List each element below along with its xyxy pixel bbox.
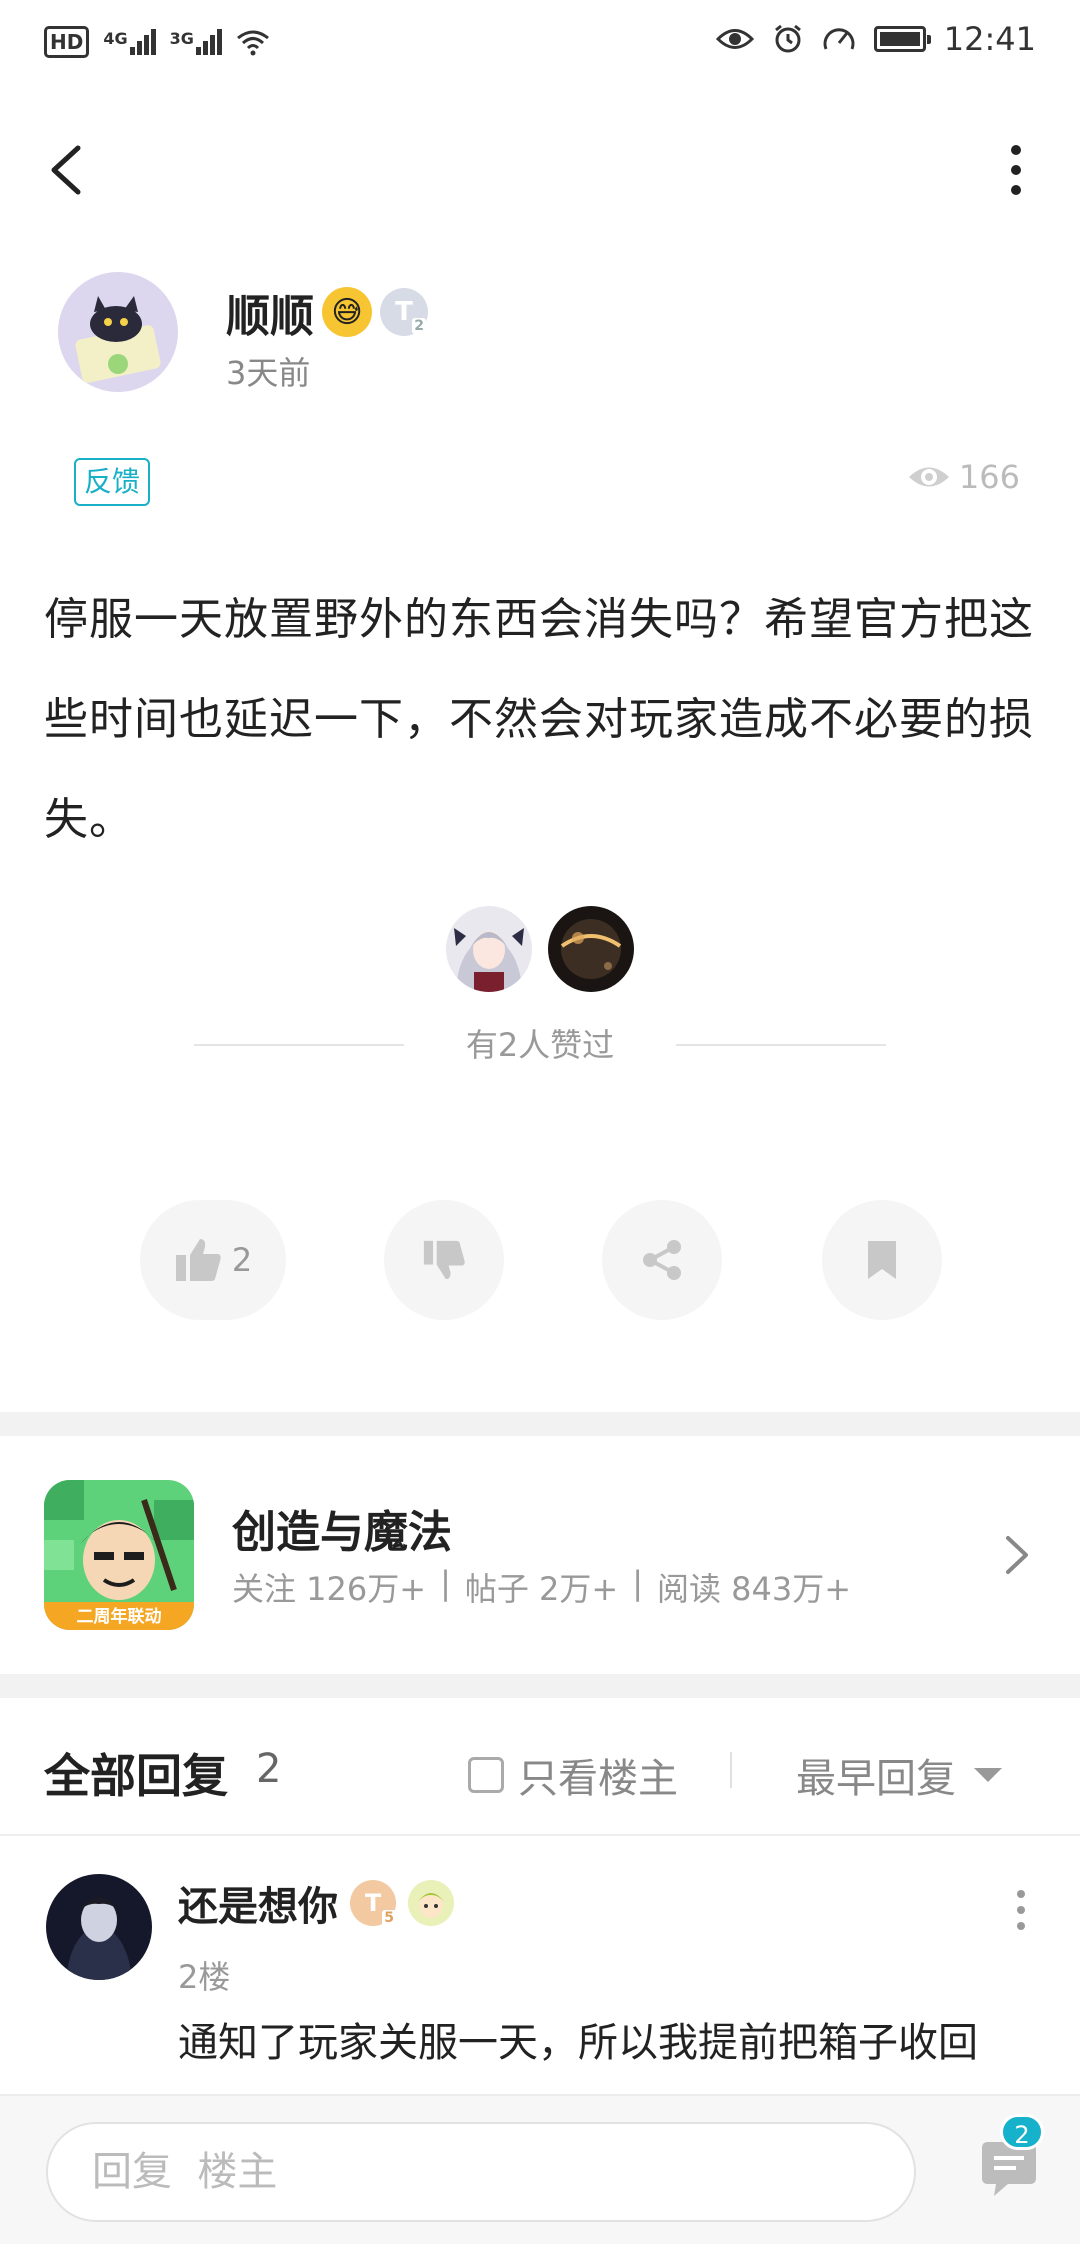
replies-header: 全部回复 2 只看楼主 最早回复 <box>0 1700 1080 1836</box>
like-count: 2 <box>231 1241 253 1279</box>
level-badge-icon: T5 <box>350 1880 396 1926</box>
more-options-button[interactable] <box>996 140 1036 200</box>
dot-icon <box>1011 185 1021 195</box>
like-button[interactable]: 2 <box>140 1200 286 1320</box>
replies-count: 2 <box>256 1746 282 1792</box>
divider <box>730 1752 732 1788</box>
liked-summary: 有2人赞过 <box>0 1020 1080 1070</box>
game-title: 创造与魔法 <box>232 1507 452 1558</box>
author-name[interactable]: 顺顺 <box>226 280 314 344</box>
dot-icon <box>1011 145 1021 155</box>
eye-icon <box>908 467 949 487</box>
liked-text[interactable]: 有2人赞过 <box>0 1020 1080 1066</box>
comment-count-badge: 2 <box>1000 2114 1044 2150</box>
reply-text: 通知了玩家关服一天，所以我提前把箱子收回 <box>178 2020 978 2066</box>
chevron-right-icon <box>1006 1536 1028 1574</box>
liker-avatar[interactable] <box>446 906 532 992</box>
post-body: 停服一天放置野外的东西会消失吗？希望官方把这些时间也延迟一下，不然会对玩家造成不… <box>44 594 1034 845</box>
author-avatar[interactable] <box>58 272 178 392</box>
dot-icon <box>1017 1922 1025 1930</box>
character-badge-icon <box>408 1880 454 1926</box>
checkbox-icon <box>468 1757 504 1793</box>
caret-down-icon <box>974 1768 1002 1782</box>
eye-comfort-icon <box>715 29 754 49</box>
bookmark-button[interactable] <box>822 1200 942 1320</box>
back-arrow-icon <box>51 145 81 195</box>
section-divider <box>0 1412 1080 1436</box>
battery-icon <box>873 26 931 52</box>
owner-only-toggle[interactable]: 只看楼主 <box>468 1746 678 1804</box>
dot-icon <box>1011 165 1021 175</box>
game-followers: 关注 126万+ <box>232 1570 427 1608</box>
share-icon <box>643 1240 681 1280</box>
game-icon: 二周年联动 <box>44 1480 194 1630</box>
reply-author-name[interactable]: 还是想你 <box>178 1874 338 1932</box>
bookmark-icon <box>868 1241 896 1279</box>
reply-avatar[interactable] <box>46 1874 152 1980</box>
level-badge-icon: T2 <box>380 288 428 336</box>
dislike-button[interactable] <box>384 1200 504 1320</box>
wifi-icon <box>236 30 269 56</box>
divider <box>676 1044 886 1046</box>
reply-more-button[interactable] <box>1006 1880 1036 1940</box>
game-reads: 阅读 843万+ <box>657 1570 852 1608</box>
thumbs-up-icon <box>175 1239 221 1281</box>
thumbs-down-icon <box>423 1240 465 1280</box>
game-stats: 关注 126万+ | 帖子 2万+ | 阅读 843万+ <box>232 1564 851 1610</box>
game-card[interactable]: 二周年联动 创造与魔法 关注 126万+ | 帖子 2万+ | 阅读 843万+ <box>0 1436 1080 1672</box>
stat-separator: | <box>440 1564 451 1602</box>
replies-title: 全部回复 <box>44 1749 228 1803</box>
back-button[interactable] <box>42 140 102 200</box>
author-name-row: 顺顺 😅 T2 <box>226 280 428 344</box>
reply-floor: 2楼 <box>178 1958 231 1996</box>
stat-separator: | <box>632 1564 643 1602</box>
status-left: HD 4G 3G <box>44 26 270 58</box>
post-tag[interactable]: 反馈 <box>74 458 151 506</box>
dot-icon <box>1017 1890 1025 1898</box>
emoji-badge-icon: 😅 <box>322 287 372 337</box>
owner-only-label: 只看楼主 <box>518 1756 678 1802</box>
view-count-value: 166 <box>958 458 1020 496</box>
reply-item: 还是想你 T5 2楼 通知了玩家关服一天，所以我提前把箱子收回 <box>0 1870 1080 2090</box>
hd-icon: HD <box>44 26 90 58</box>
liker-avatar[interactable] <box>548 906 634 992</box>
game-posts: 帖子 2万+ <box>464 1570 619 1608</box>
speed-icon <box>823 28 855 50</box>
signal-3g-icon: 3G <box>170 29 222 55</box>
signal-4g-icon: 4G <box>103 29 156 55</box>
post-actions: 2 <box>0 1200 1080 1320</box>
sort-label: 最早回复 <box>796 1756 956 1802</box>
reply-input[interactable] <box>46 2122 916 2222</box>
sort-dropdown[interactable]: 最早回复 <box>796 1746 1002 1804</box>
reply-name-row: 还是想你 T5 <box>178 1874 454 1932</box>
alarm-icon <box>774 24 801 53</box>
dot-icon <box>1017 1906 1025 1914</box>
clock: 12:41 <box>943 20 1036 58</box>
post-time: 3天前 <box>226 354 311 392</box>
section-divider <box>0 1674 1080 1698</box>
status-bar: HD 4G 3G 12:41 <box>0 0 1080 86</box>
liker-avatars <box>0 906 1080 996</box>
game-icon-caption: 二周年联动 <box>77 1606 162 1627</box>
status-right: 12:41 <box>715 20 1036 58</box>
top-nav <box>0 130 1080 210</box>
view-count: 166 <box>907 458 1020 496</box>
share-button[interactable] <box>602 1200 722 1320</box>
bottom-bar: 2 <box>0 2094 1080 2244</box>
post-author: 顺顺 😅 T2 3天前 <box>58 272 1018 392</box>
